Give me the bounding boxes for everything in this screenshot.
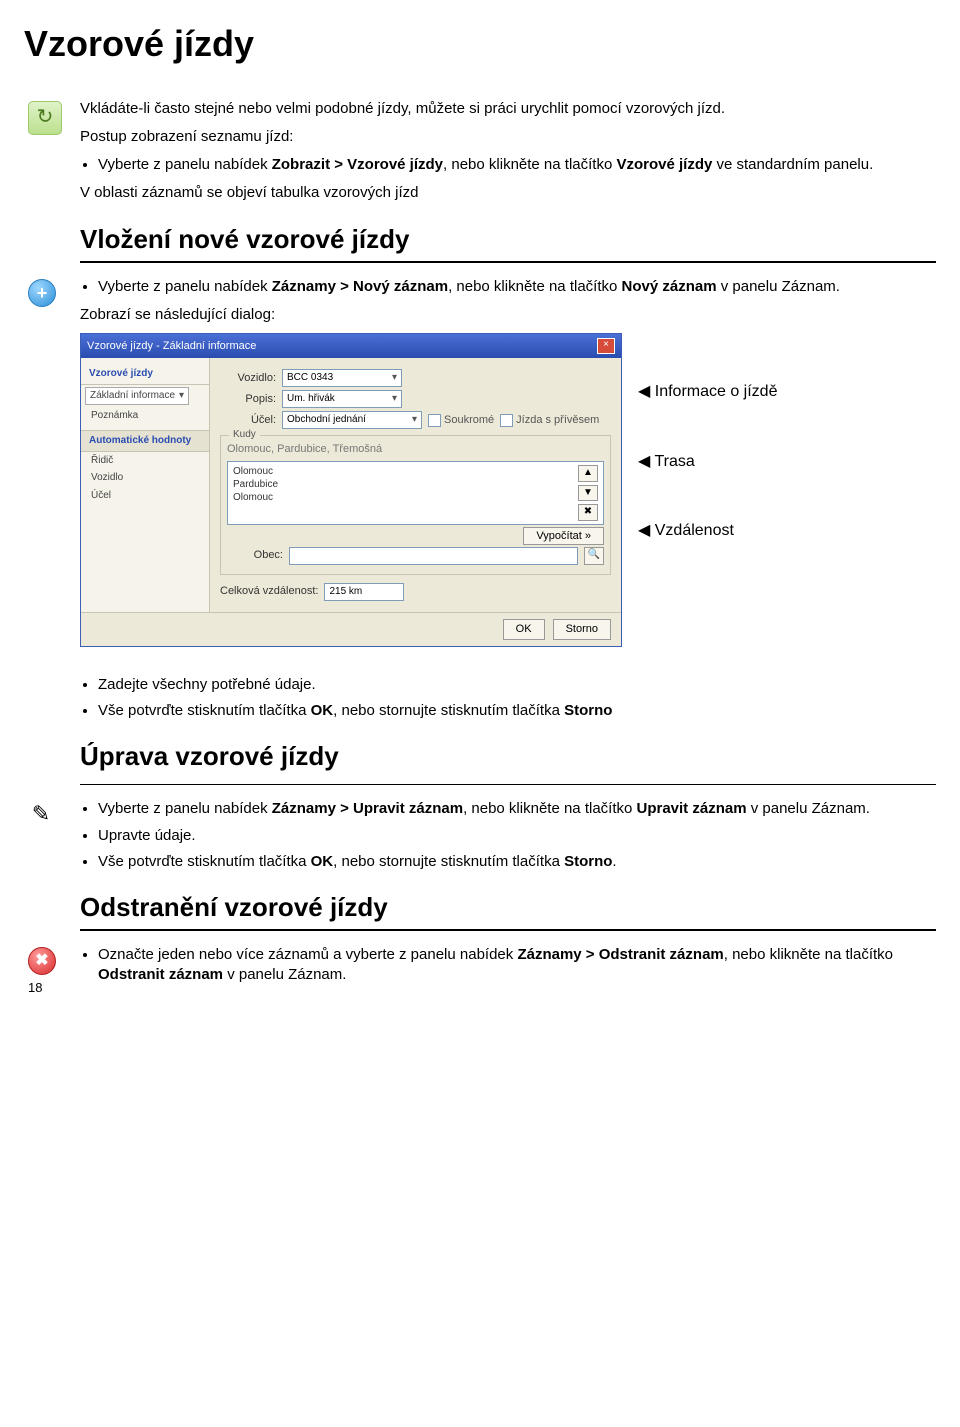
list-item: Vyberte z panelu nabídek Zobrazit > Vzor… [98,155,936,175]
list-item: Vyberte z panelu nabídek Záznamy > Uprav… [98,799,936,819]
page-number: 18 [28,979,42,997]
insert-after-text: Zobrazí se následující dialog: [80,305,936,325]
delete-heading: Odstranění vzorové jízdy [80,890,936,925]
sidebar-item-note[interactable]: Poznámka [81,407,209,425]
input-town[interactable] [289,547,578,565]
list-item: Vyberte z panelu nabídek Záznamy > Nový … [98,277,936,297]
label-distance: Celková vzdálenost: [220,584,318,599]
route-down-icon[interactable]: ▼ [578,485,598,502]
sidebar-item-basic[interactable]: Základní informace [85,387,189,405]
ok-button[interactable]: OK [503,619,545,640]
list-item: Vše potvrďte stisknutím tlačítka OK, neb… [98,701,936,721]
label-town: Obec: [227,548,283,563]
edit-heading: Úprava vzorové jízdy [80,739,936,774]
group-route: Kudy Olomouc, Pardubice, Třemošná Olomou… [220,435,611,575]
select-vehicle[interactable]: BCC 0343 [282,369,402,387]
select-purpose[interactable]: Obchodní jednání [282,411,422,429]
list-item: Zadejte všechny potřebné údaje. [98,675,936,695]
route-remove-icon[interactable]: ✖ [578,504,598,521]
sidebar-subheading: Automatické hodnoty [81,430,209,452]
list-item: Vše potvrďte stisknutím tlačítka OK, neb… [98,852,936,872]
search-icon[interactable]: 🔍 [584,547,604,565]
dialog-main: Vozidlo: BCC 0343 Popis: Um. hřivák Účel… [210,358,621,612]
callout-distance: Vzdálenost [638,520,777,542]
route-hint: Olomouc, Pardubice, Třemošná [227,442,604,457]
route-up-icon[interactable]: ▲ [578,465,598,482]
page-title: Vzorové jízdy [24,20,936,69]
label-vehicle: Vozidlo: [220,371,276,386]
sidebar-item-vehicle[interactable]: Vozidlo [81,469,209,487]
refresh-icon: ↻ [28,101,64,137]
list-heading: Postup zobrazení seznamu jízd: [80,127,936,147]
dialog-sidebar: Vzorové jízdy Základní informace Poznámk… [81,358,210,612]
sidebar-item-driver[interactable]: Řidič [81,452,209,470]
insert-heading: Vložení nové vzorové jízdy [80,222,936,257]
callout-route: Trasa [638,451,777,473]
divider [80,261,936,263]
dialog-titlebar: Vzorové jízdy - Základní informace × [81,334,621,358]
sidebar-item-purpose[interactable]: Účel [81,487,209,505]
callout-info: Informace o jízdě [638,381,777,403]
group-route-title: Kudy [229,428,260,442]
checkbox-private[interactable]: Soukromé [428,413,494,428]
delete-icon: ✖ [28,947,64,983]
callouts: Informace o jízdě Trasa Vzdálenost [638,333,777,542]
label-purpose: Účel: [220,413,276,428]
divider [80,929,936,931]
route-list[interactable]: Olomouc Pardubice Olomouc [233,465,278,521]
dialog-mock: Vzorové jízdy - Základní informace × Vzo… [80,333,622,647]
list-item: Upravte údaje. [98,826,936,846]
calc-button[interactable]: Vypočítat » [523,527,604,545]
plus-icon: + [28,279,64,315]
cancel-button[interactable]: Storno [553,619,611,640]
dialog-title: Vzorové jízdy - Základní informace [87,339,256,354]
list-item: Označte jeden nebo více záznamů a vybert… [98,945,936,986]
after-list-text: V oblasti záznamů se objeví tabulka vzor… [80,183,936,203]
pencil-icon: ✎ [28,801,64,837]
input-distance[interactable]: 215 km [324,583,404,601]
label-desc: Popis: [220,392,276,407]
close-icon[interactable]: × [597,338,615,354]
sidebar-heading: Vzorové jízdy [81,364,209,385]
select-desc[interactable]: Um. hřivák [282,390,402,408]
checkbox-trailer[interactable]: Jízda s přívěsem [500,413,599,428]
intro-text: Vkládáte-li často stejné nebo velmi podo… [80,99,936,119]
divider [80,784,936,785]
